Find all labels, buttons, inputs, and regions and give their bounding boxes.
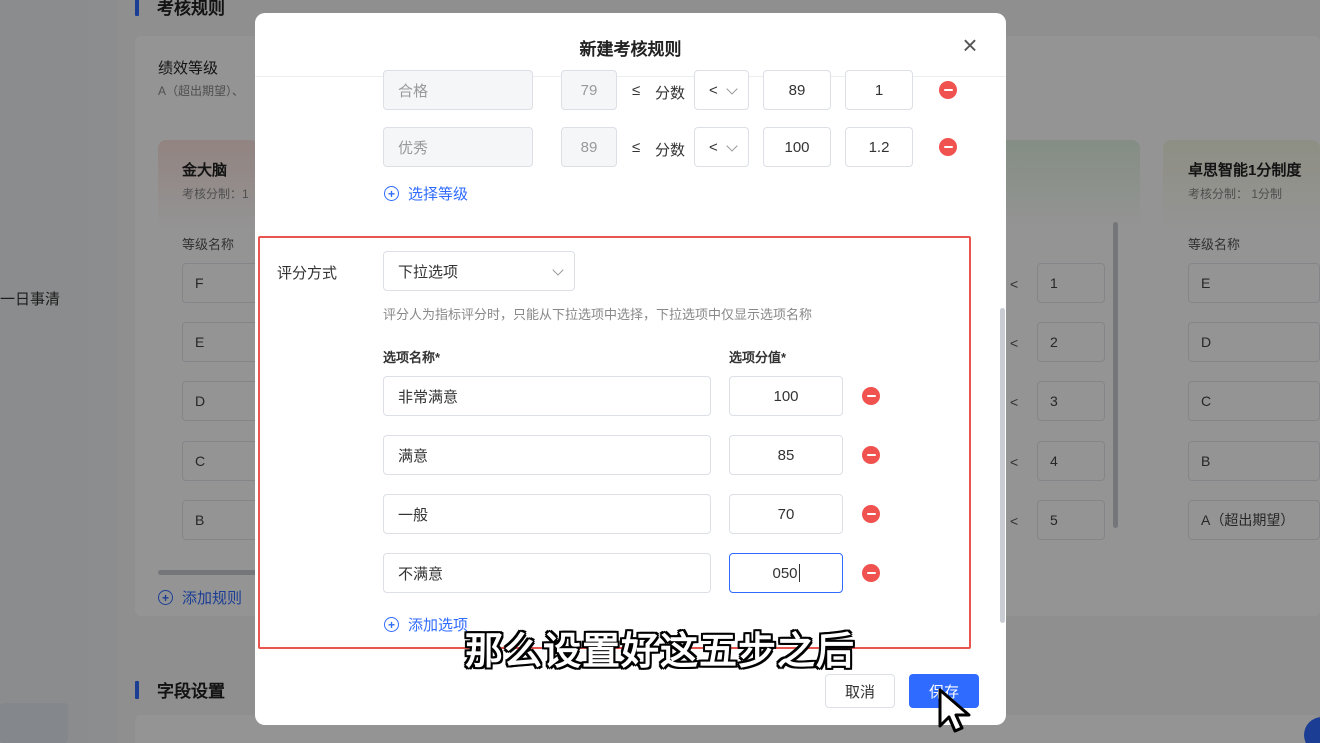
select-grade-button[interactable]: + 选择等级 — [384, 183, 468, 204]
operator-value: < — [709, 138, 718, 156]
option-name-input[interactable]: 不满意 — [383, 553, 711, 593]
scoring-method-value: 下拉选项 — [398, 263, 459, 281]
chevron-down-icon — [726, 140, 738, 152]
option-value-text: 050 — [772, 564, 798, 582]
plus-circle-icon: + — [384, 186, 399, 201]
remove-option-icon[interactable] — [862, 564, 880, 582]
grade-min-input[interactable]: 89 — [561, 127, 617, 167]
operator-select[interactable]: < — [694, 127, 749, 167]
score-label: 分数 — [655, 85, 686, 102]
option-value-input-focused[interactable]: 050 — [729, 553, 843, 593]
grade-min-input[interactable]: 79 — [561, 70, 617, 110]
cancel-button[interactable]: 取消 — [825, 674, 895, 708]
score-label: 分数 — [655, 142, 686, 159]
le-sign: ≤ — [632, 82, 641, 99]
remove-option-icon[interactable] — [862, 505, 880, 523]
le-sign: ≤ — [632, 139, 641, 156]
scoring-hint: 评分人为指标评分时，只能从下拉选项中选择，下拉选项中仅显示选项名称 — [383, 307, 813, 322]
option-name-input[interactable]: 满意 — [383, 435, 711, 475]
text-caret — [798, 564, 800, 582]
scoring-method-label: 评分方式 — [277, 265, 338, 282]
grade-name-input[interactable]: 合格 — [383, 70, 533, 110]
chevron-down-icon — [552, 264, 564, 276]
option-value-header: 选项分值* — [729, 350, 787, 365]
remove-option-icon[interactable] — [862, 387, 880, 405]
remove-grade-icon[interactable] — [939, 138, 957, 156]
chevron-down-icon — [726, 83, 738, 95]
option-value-input[interactable]: 70 — [729, 494, 843, 534]
grade-name-input[interactable]: 优秀 — [383, 127, 533, 167]
mouse-pointer-icon — [938, 688, 971, 733]
option-name-input[interactable]: 非常满意 — [383, 376, 711, 416]
option-value-input[interactable]: 100 — [729, 376, 843, 416]
scoring-method-select[interactable]: 下拉选项 — [383, 251, 575, 291]
remove-option-icon[interactable] — [862, 446, 880, 464]
grade-coef-input[interactable]: 1.2 — [845, 127, 913, 167]
operator-value: < — [709, 81, 718, 99]
new-rule-modal: 新建考核规则 × 合格 79 ≤ 分数 < 89 1 优秀 89 ≤ 分数 < … — [255, 13, 1006, 725]
grade-max-input[interactable]: 100 — [763, 127, 831, 167]
grade-coef-input[interactable]: 1 — [845, 70, 913, 110]
close-icon[interactable]: × — [956, 31, 984, 59]
operator-select[interactable]: < — [694, 70, 749, 110]
modal-header: 新建考核规则 × — [255, 13, 1006, 77]
option-name-header: 选项名称* — [383, 350, 441, 365]
video-subtitle: 那么设置好这五步之后 — [464, 631, 855, 673]
modal-scrollbar[interactable] — [1000, 308, 1005, 623]
remove-grade-icon[interactable] — [939, 81, 957, 99]
option-value-input[interactable]: 85 — [729, 435, 843, 475]
grade-max-input[interactable]: 89 — [763, 70, 831, 110]
option-name-input[interactable]: 一般 — [383, 494, 711, 534]
modal-title: 新建考核规则 — [579, 40, 682, 59]
select-grade-label: 选择等级 — [408, 186, 469, 203]
